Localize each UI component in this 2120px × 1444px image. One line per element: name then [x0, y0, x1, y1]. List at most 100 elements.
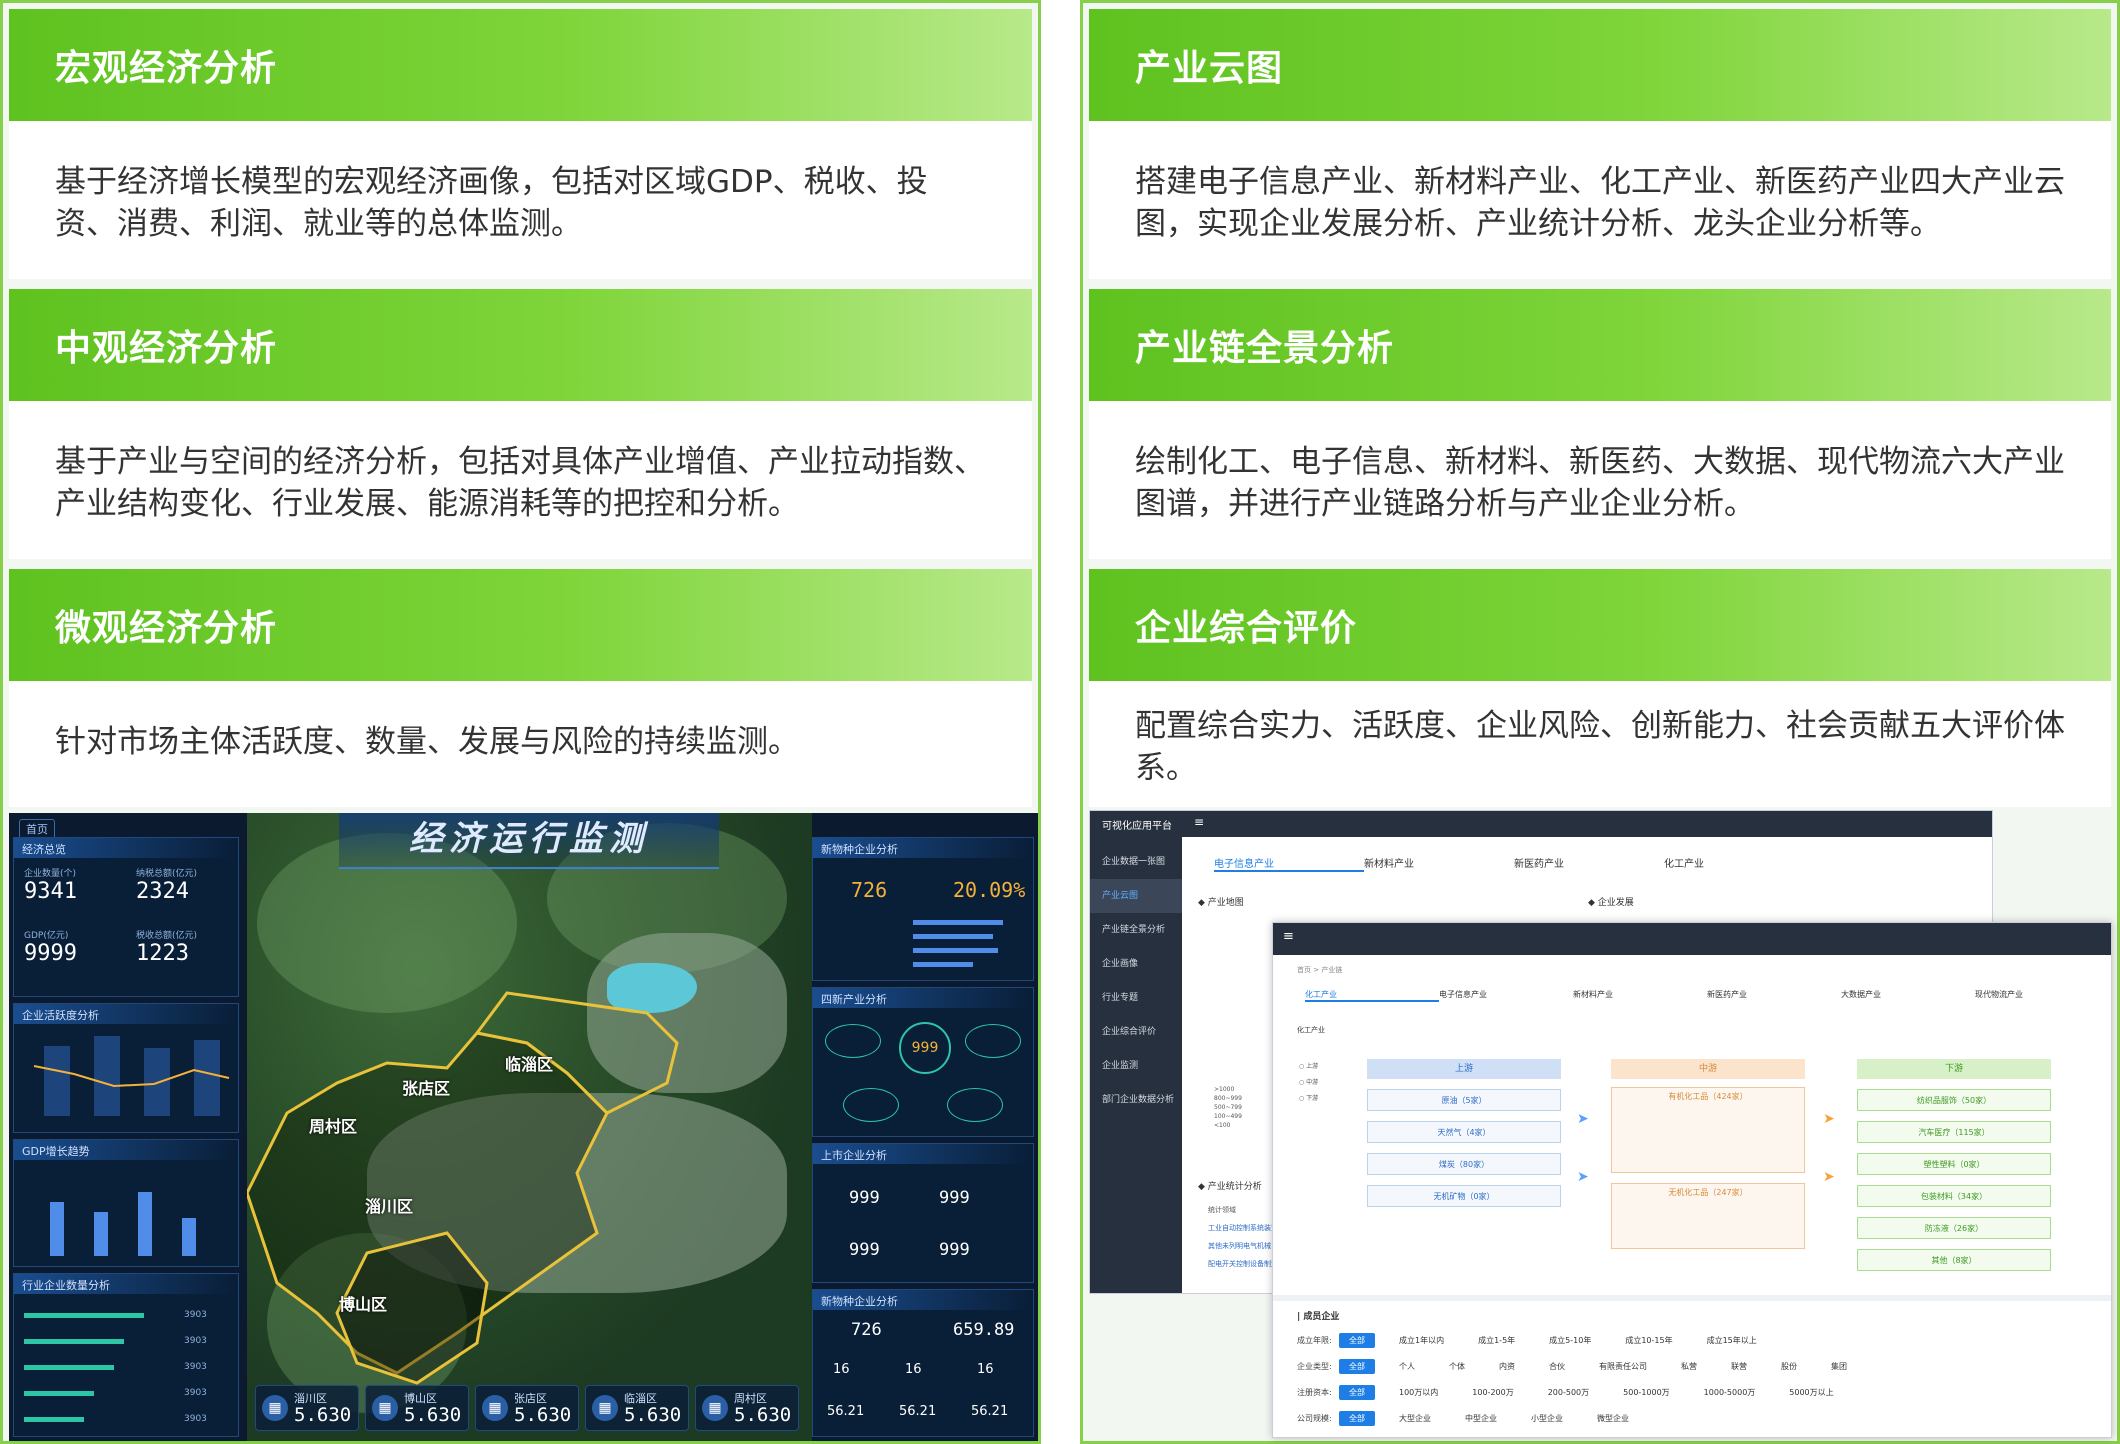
sidebar-item-cloud[interactable]: 产业云图 [1090, 879, 1182, 913]
four-new-panel: 四新产业分析 999 [812, 987, 1034, 1137]
sidebar-item[interactable]: 行业专题 [1090, 981, 1182, 1015]
region-label[interactable]: 临淄区 [505, 1051, 553, 1075]
region-label[interactable]: 博山区 [339, 1291, 387, 1315]
chain-node[interactable]: 无机矿物（0家） [1367, 1185, 1561, 1207]
arrow-right-icon: ➤ [1577, 1111, 1589, 1127]
stat-value: 999 [939, 1240, 970, 1260]
sidebar-item[interactable]: 部门企业数据分析 [1090, 1083, 1182, 1117]
stat-panel-title: ◆ 产业统计分析 [1198, 1182, 1262, 1192]
new-species-panel: 新物种企业分析 726 20.09% [812, 837, 1034, 981]
filter-chip[interactable]: 100万以内 [1389, 1385, 1448, 1400]
breadcrumb[interactable]: 首页 > 产业链 [1297, 965, 1342, 975]
stat-gdp: GDP(亿元) 9999 [24, 931, 77, 966]
section-header-chain: 产业链全景分析 [1089, 289, 2111, 401]
filter-chip[interactable]: 小型企业 [1521, 1411, 1573, 1426]
filter-chip[interactable]: 个体 [1439, 1359, 1475, 1374]
tab-medicine[interactable]: 新医药产业 [1514, 855, 1664, 872]
filter-chip[interactable]: 内资 [1489, 1359, 1525, 1374]
list-item: 3903 [24, 1380, 230, 1406]
tab-materials[interactable]: 新材料产业 [1573, 989, 1707, 1002]
chain-node[interactable]: 包装材料（34家） [1857, 1185, 2051, 1207]
building-icon: ▦ [262, 1395, 288, 1421]
list-item[interactable]: 配电开关控制设备制造 [1208, 1255, 1278, 1273]
panel-title: 新物种企业分析 [813, 1290, 1033, 1310]
chain-node[interactable]: 纺织品服饰（50家） [1857, 1089, 2051, 1111]
filter-chip[interactable]: 集团 [1821, 1359, 1857, 1374]
filter-chip[interactable]: 成立1年以内 [1389, 1333, 1454, 1348]
stat-value: 726 [851, 1320, 882, 1340]
filter-chip[interactable]: 全部 [1339, 1411, 1375, 1426]
tab-electronics[interactable]: 电子信息产业 [1439, 989, 1573, 1002]
filter-chip[interactable]: 成立15年以上 [1697, 1333, 1767, 1348]
filter-chip[interactable]: 成立10-15年 [1615, 1333, 1682, 1348]
region-stat[interactable]: ▦ 张店区 5.630 [475, 1385, 579, 1431]
chain-node[interactable]: 其他（8家） [1857, 1249, 2051, 1271]
filter-chip[interactable]: 大型企业 [1389, 1411, 1441, 1426]
sidebar-item[interactable]: 企业数据一张图 [1090, 845, 1182, 879]
section-text: 基于产业与空间的经济分析，包括对具体产业增值、产业拉动指数、产业结构变化、行业发… [55, 444, 985, 522]
list-item: 3903 [24, 1328, 230, 1354]
filter-chip[interactable]: 合伙 [1539, 1359, 1575, 1374]
panel-title: 上市企业分析 [813, 1144, 1033, 1164]
economic-monitor-dashboard: 周村区 张店区 临淄区 淄川区 博山区 首页 经济运行监测 经济总览 企业数量(… [9, 813, 1038, 1441]
filter-chip[interactable]: 微型企业 [1587, 1411, 1639, 1426]
tab-medicine[interactable]: 新医药产业 [1707, 989, 1841, 1002]
region-stat[interactable]: ▦ 淄川区 5.630 [255, 1385, 359, 1431]
chain-group[interactable]: 无机化工品（247家） [1611, 1183, 1805, 1249]
section-body-evaluation: 配置综合实力、活跃度、企业风险、创新能力、社会贡献五大评价体系。 [1089, 681, 2111, 807]
building-icon: ▦ [482, 1395, 508, 1421]
menu-icon[interactable]: ≡ [1283, 929, 1294, 944]
home-tag[interactable]: 首页 [19, 819, 55, 839]
filter-chip[interactable]: 100-200万 [1462, 1385, 1523, 1400]
tab-electronics[interactable]: 电子信息产业 [1214, 855, 1364, 872]
chain-node[interactable]: 天然气（4家） [1367, 1121, 1561, 1143]
filter-chip[interactable]: 股份 [1771, 1359, 1807, 1374]
chain-node[interactable]: 防冻液（26家） [1857, 1217, 2051, 1239]
sidebar-item[interactable]: 企业画像 [1090, 947, 1182, 981]
list-item[interactable]: 工业自动控制系统装置 [1208, 1219, 1278, 1237]
list-item[interactable]: 其他未列明电气机械 [1208, 1237, 1278, 1255]
filter-chip[interactable]: 个人 [1389, 1359, 1425, 1374]
chain-node[interactable]: 煤炭（80家） [1367, 1153, 1561, 1175]
filter-chip[interactable]: 500-1000万 [1613, 1385, 1680, 1400]
region-stat[interactable]: ▦ 周村区 5.630 [695, 1385, 799, 1431]
sidebar-item[interactable]: 产业链全景分析 [1090, 913, 1182, 947]
filter-chip[interactable]: 5000万以上 [1779, 1385, 1843, 1400]
stat-value: 999 [849, 1188, 880, 1208]
region-stat[interactable]: ▦ 博山区 5.630 [365, 1385, 469, 1431]
filter-chip[interactable]: 有限责任公司 [1589, 1359, 1657, 1374]
filter-chip[interactable]: 中型企业 [1455, 1411, 1507, 1426]
tab-chemical[interactable]: 化工产业 [1305, 989, 1439, 1002]
dev-panel-title: ◆ 企业发展 [1588, 898, 1634, 908]
sidebar-item[interactable]: 企业监测 [1090, 1049, 1182, 1083]
sidebar-item[interactable]: 企业综合评价 [1090, 1015, 1182, 1049]
satellite-map[interactable]: 周村区 张店区 临淄区 淄川区 博山区 [247, 813, 812, 1441]
region-stat[interactable]: ▦ 临淄区 5.630 [585, 1385, 689, 1431]
region-label[interactable]: 周村区 [309, 1113, 357, 1137]
filter-chip[interactable]: 全部 [1339, 1385, 1375, 1400]
chain-node[interactable]: 塑性塑料（0家） [1857, 1153, 2051, 1175]
region-label[interactable]: 淄川区 [365, 1193, 413, 1217]
panel-title: 经济总览 [14, 838, 238, 858]
filter-chip[interactable]: 全部 [1339, 1333, 1375, 1348]
chain-node[interactable]: 原油（5家） [1367, 1089, 1561, 1111]
chain-group[interactable]: 有机化工品（424家） [1611, 1087, 1805, 1173]
industry-panel: 行业企业数量分析 3903 3903 3903 3903 3903 [13, 1273, 239, 1437]
region-label[interactable]: 张店区 [402, 1075, 450, 1099]
filter-chip[interactable]: 1000-5000万 [1694, 1385, 1766, 1400]
filter-chip[interactable]: 200-500万 [1538, 1385, 1599, 1400]
filter-chip[interactable]: 成立1-5年 [1468, 1333, 1525, 1348]
filter-chip[interactable]: 私营 [1671, 1359, 1707, 1374]
panel-title: GDP增长趋势 [14, 1140, 238, 1160]
tab-materials[interactable]: 新材料产业 [1364, 855, 1514, 872]
tab-chemical[interactable]: 化工产业 [1664, 855, 1814, 872]
tab-logistics[interactable]: 现代物流产业 [1975, 989, 2109, 1002]
app-topbar: 可视化应用平台 ≡ [1090, 811, 1992, 837]
menu-icon[interactable]: ≡ [1194, 815, 1204, 829]
tab-bigdata[interactable]: 大数据产业 [1841, 989, 1975, 1002]
chain-node[interactable]: 汽车医疗（115家） [1857, 1121, 2051, 1143]
activity-panel: 企业活跃度分析 [13, 1003, 239, 1133]
filter-chip[interactable]: 联营 [1721, 1359, 1757, 1374]
filter-chip[interactable]: 全部 [1339, 1359, 1375, 1374]
filter-chip[interactable]: 成立5-10年 [1539, 1333, 1601, 1348]
